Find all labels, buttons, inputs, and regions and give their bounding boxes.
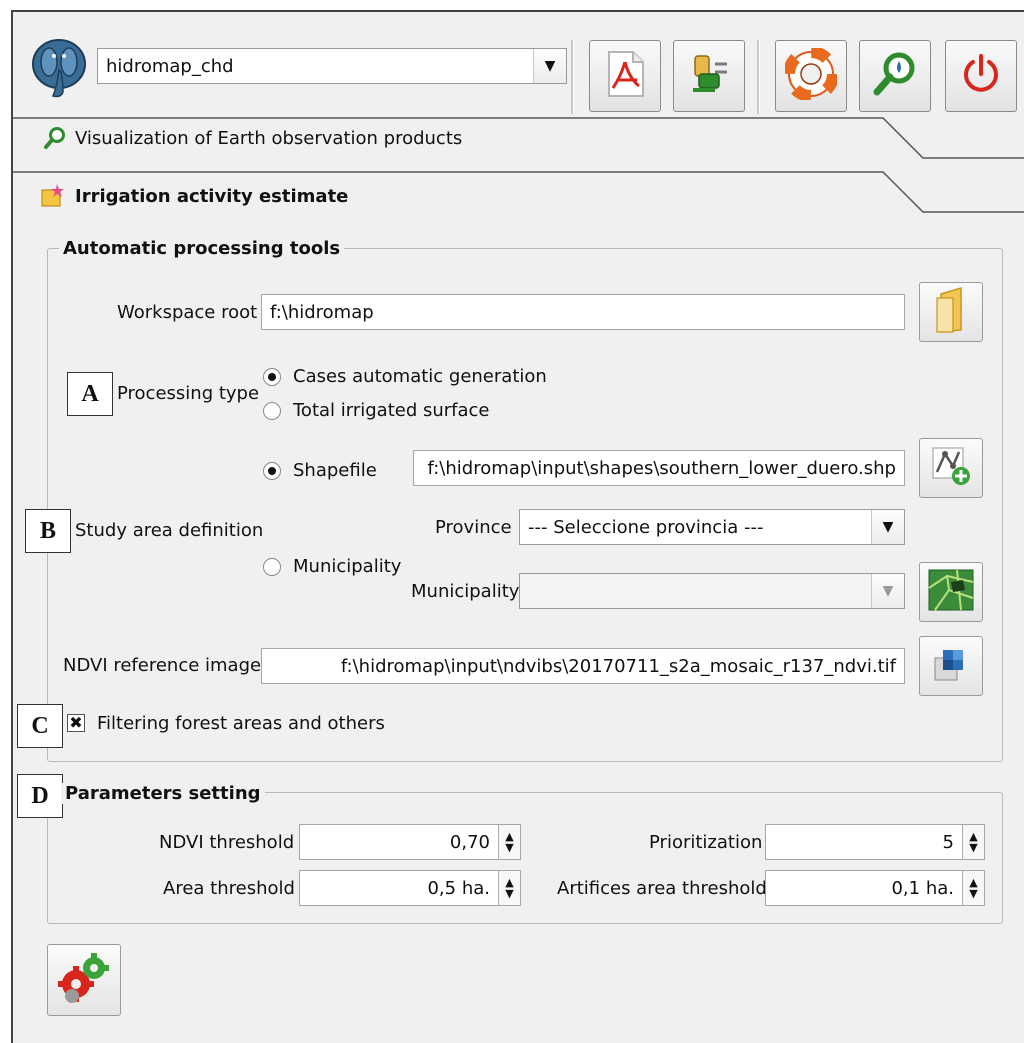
annotation-label-b: B [25,509,71,553]
zoom-icon [871,50,919,102]
power-icon [959,52,1003,100]
study-area-label: Study area definition [75,520,264,541]
database-select-value: hidromap_chd [106,55,234,77]
checkbox-checked-icon[interactable]: ✖ [67,714,85,732]
annotation-d-text: D [31,782,49,809]
spin-arrows-icon[interactable]: ▲ ▼ [498,825,520,859]
ndvi-threshold-label: NDVI threshold [159,832,295,853]
automatic-processing-title: Automatic processing tools [59,238,345,259]
ndvi-reference-label: NDVI reference image [63,655,262,676]
prioritization-spinbox[interactable]: 5 ▲ ▼ [765,824,985,860]
radio-button[interactable] [263,462,281,480]
pdf-button[interactable] [589,40,661,112]
tab-visualization-label: Visualization of Earth observation produ… [75,128,463,149]
annotation-label-c: C [17,704,63,748]
pdf-icon [603,50,647,102]
tab-visualization[interactable]: Visualization of Earth observation produ… [13,116,1024,166]
add-vector-icon [929,444,973,492]
tools-icon [685,50,733,102]
parameters-title: Parameters setting [61,783,265,804]
ndvi-threshold-value: 0,70 [449,831,490,853]
radio-button[interactable] [263,368,281,386]
folder-icon [931,286,971,338]
municipality-select[interactable]: ▼ [519,573,905,609]
tools-button[interactable] [673,40,745,112]
workspace-label: Workspace root [117,302,258,323]
tab-irrigation-label: Irrigation activity estimate [75,186,349,207]
database-select[interactable]: hidromap_chd ▼ [97,48,567,84]
zoom-button[interactable] [859,40,931,112]
map-icon [927,568,975,616]
browse-folder-button[interactable] [919,282,983,342]
workspace-input[interactable]: f:\hidromap [261,294,905,330]
artifices-threshold-label: Artifices area threshold [557,878,767,899]
filter-forest-label: Filtering forest areas and others [97,713,385,734]
chevron-down-icon[interactable]: ▼ [871,510,904,544]
shapefile-label: Shapefile [293,460,377,481]
database-elephant-icon [27,36,91,102]
province-value: --- Seleccione provincia --- [528,516,764,538]
artifices-threshold-value: 0,1 ha. [891,877,954,899]
prioritization-value: 5 [942,831,954,853]
spin-arrows-icon[interactable]: ▲ ▼ [498,871,520,905]
annotation-label-a: A [67,372,113,416]
province-select[interactable]: --- Seleccione provincia --- ▼ [519,509,905,545]
area-threshold-label: Area threshold [163,878,295,899]
radio-cases-label: Cases automatic generation [293,366,547,387]
annotation-c-text: C [31,712,49,739]
municipality-radio-label: Municipality [293,556,402,577]
radio-shapefile[interactable]: Shapefile [263,458,403,484]
annotation-label-d: D [17,774,63,818]
processing-type-label: Processing type [117,383,260,404]
zoom-icon [43,126,67,154]
tab-irrigation[interactable]: Irrigation activity estimate [13,170,1024,220]
radio-total-irrigated[interactable]: Total irrigated surface [263,398,563,424]
shapefile-input[interactable]: f:\hidromap\input\shapes\southern_lower_… [413,450,905,486]
spin-arrows-icon[interactable]: ▲ ▼ [962,825,984,859]
ndvi-reference-input[interactable]: f:\hidromap\input\ndvibs\20170711_s2a_mo… [261,648,905,684]
shapefile-value: f:\hidromap\input\shapes\southern_lower_… [427,457,896,479]
workspace-value: f:\hidromap [270,301,374,323]
select-raster-button[interactable] [919,636,983,696]
annotation-a-text: A [81,380,99,407]
municipality-label: Municipality [411,581,520,602]
toolbar-separator [757,40,760,114]
radio-cases-automatic[interactable]: Cases automatic generation [263,364,563,390]
toolbar-separator [571,40,574,114]
spin-arrows-icon[interactable]: ▲ ▼ [962,871,984,905]
artifices-threshold-spinbox[interactable]: 0,1 ha. ▲ ▼ [765,870,985,906]
radio-button[interactable] [263,558,281,576]
prioritization-label: Prioritization [649,832,763,853]
area-threshold-spinbox[interactable]: 0,5 ha. ▲ ▼ [299,870,521,906]
gears-run-icon [56,950,112,1010]
power-button[interactable] [945,40,1017,112]
raster-icon [931,644,971,688]
chevron-down-icon[interactable]: ▼ [871,574,904,608]
select-shapefile-button[interactable] [919,438,983,498]
chevron-down-icon[interactable]: ▼ [533,49,566,83]
filter-forest-checkbox[interactable]: ✖ Filtering forest areas and others [67,712,407,738]
province-label: Province [435,517,512,538]
main-panel: hidromap_chd ▼ Visualization of Earth ob… [11,10,1024,1043]
radio-municipality[interactable]: Municipality [263,554,423,580]
star-note-icon [39,182,65,212]
radio-button[interactable] [263,402,281,420]
annotation-b-text: B [39,517,56,544]
ndvi-threshold-spinbox[interactable]: 0,70 ▲ ▼ [299,824,521,860]
help-lifebuoy-icon [783,46,839,104]
ndvi-reference-value: f:\hidromap\input\ndvibs\20170711_s2a_mo… [340,655,896,677]
run-process-button[interactable] [47,944,121,1016]
area-threshold-value: 0,5 ha. [427,877,490,899]
help-button[interactable] [775,40,847,112]
radio-total-label: Total irrigated surface [293,400,490,421]
select-municipality-map-button[interactable] [919,562,983,622]
